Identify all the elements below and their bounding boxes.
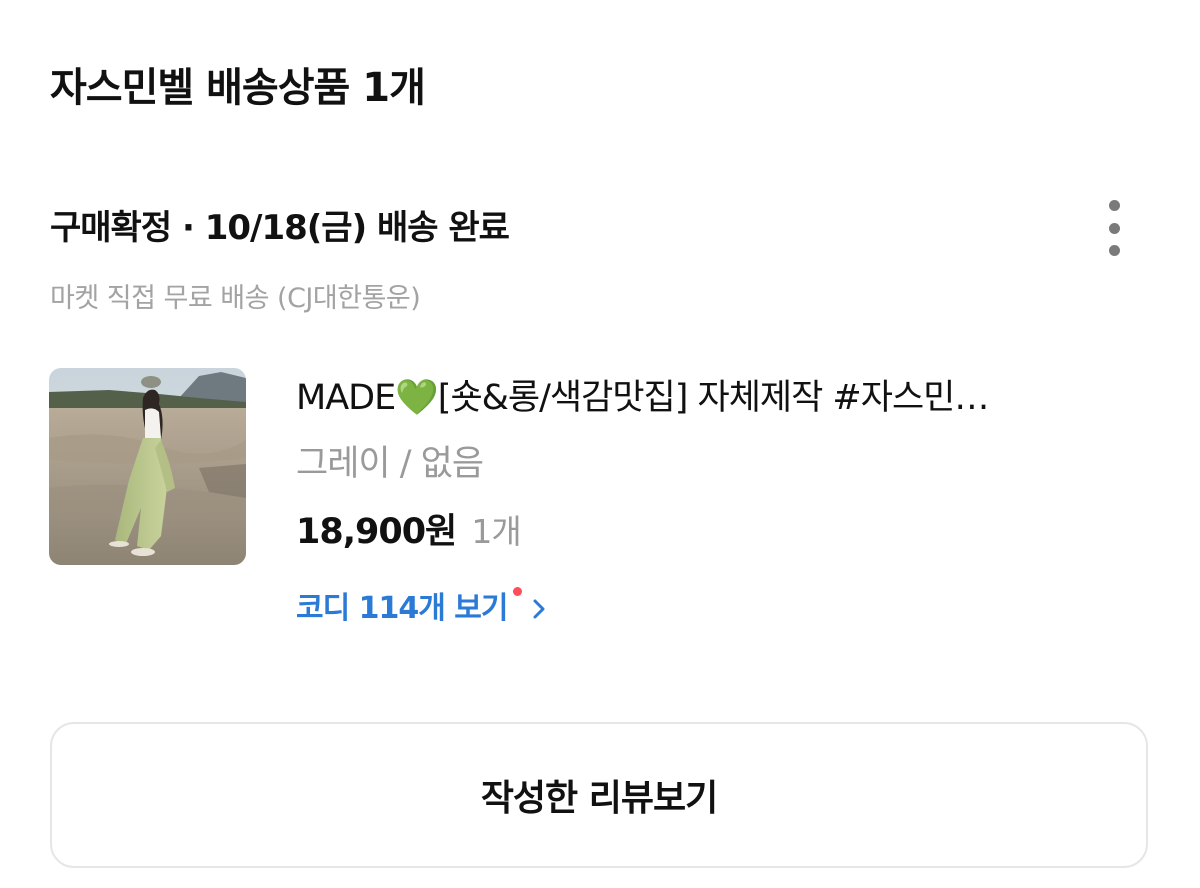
shipping-method: 마켓 직접 무료 배송 (CJ대한통운) bbox=[50, 283, 421, 314]
product-price: 18,900원 bbox=[296, 512, 457, 552]
coordi-link[interactable]: 코디 114개 보기 bbox=[296, 585, 546, 633]
more-options-button[interactable] bbox=[1094, 200, 1134, 256]
new-indicator-dot bbox=[512, 587, 522, 596]
product-name[interactable]: MADE💚[숏&롱/색감맛집] 자체제작 #자스민… bbox=[296, 372, 1086, 424]
store-title: 자스민벨 배송상품 1개 bbox=[50, 65, 426, 111]
chevron-right-icon bbox=[533, 599, 545, 619]
product-option: 그레이 / 없음 bbox=[296, 444, 484, 484]
more-vertical-icon bbox=[1108, 200, 1120, 211]
product-photo bbox=[49, 368, 246, 565]
price-row: 18,900원 1개 bbox=[296, 506, 522, 564]
view-review-button[interactable]: 작성한 리뷰보기 bbox=[50, 722, 1148, 868]
product-thumbnail[interactable] bbox=[49, 368, 246, 565]
order-status: 구매확정 · 10/18(금) 배송 완료 bbox=[50, 208, 510, 248]
product-quantity: 1개 bbox=[471, 512, 521, 551]
coordi-link-label: 코디 114개 보기 bbox=[296, 591, 509, 626]
view-review-button-label: 작성한 리뷰보기 bbox=[480, 778, 718, 819]
